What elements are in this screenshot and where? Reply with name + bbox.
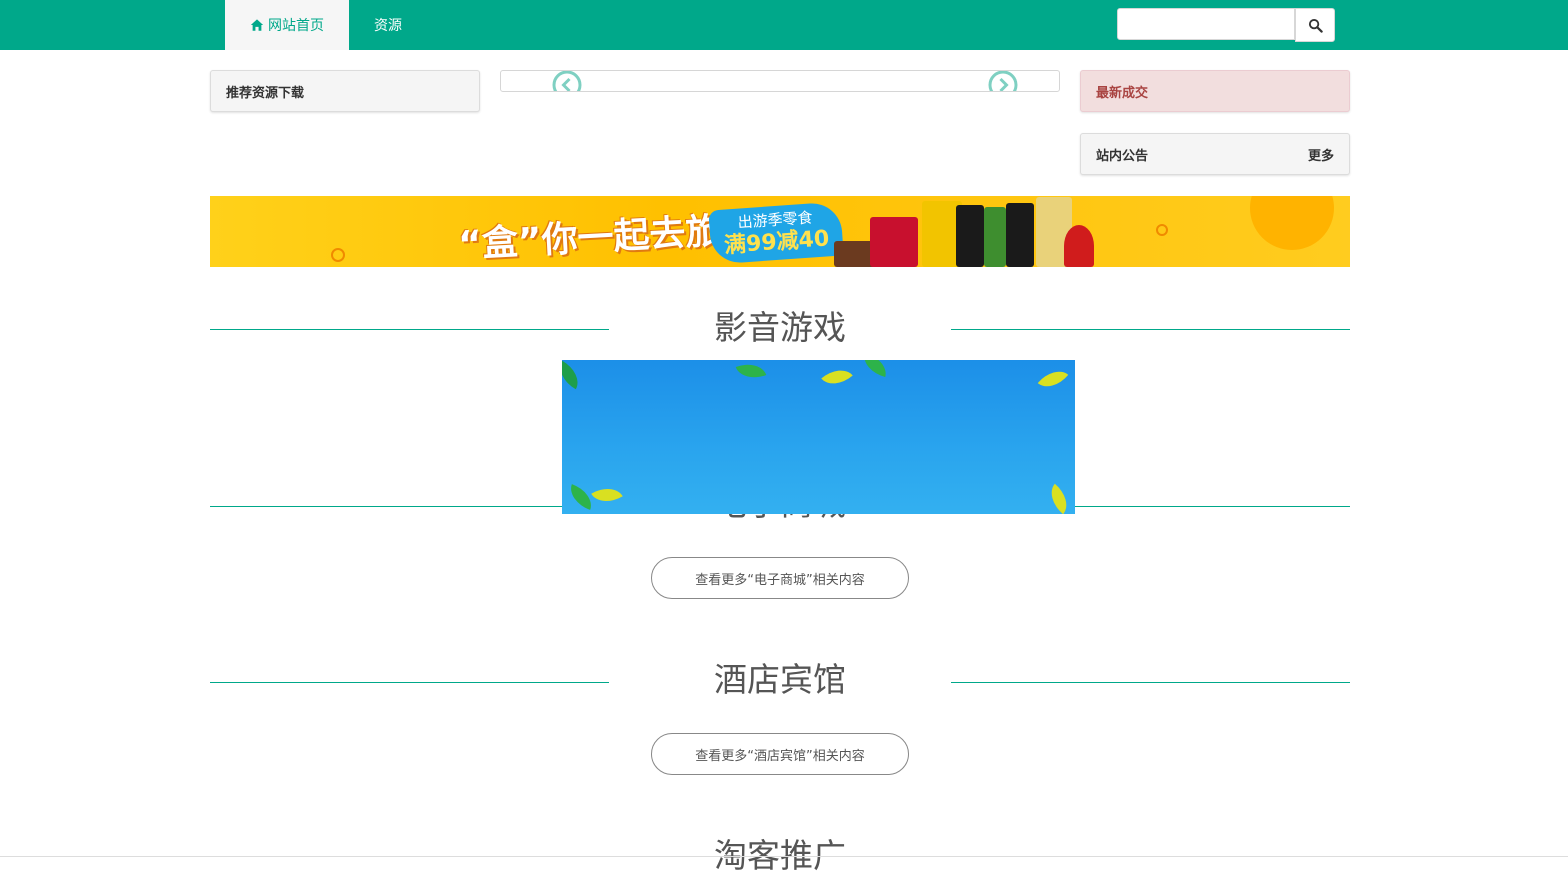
view-more-ecommerce-button[interactable]: 查看更多“电子商城”相关内容 bbox=[651, 557, 909, 599]
section-divider bbox=[210, 506, 609, 507]
latest-deals-panel: 最新成交 bbox=[1080, 70, 1350, 112]
home-icon bbox=[250, 19, 264, 31]
chevron-left-circle-icon bbox=[552, 71, 582, 91]
nav-resources-link[interactable]: 资源 bbox=[349, 0, 427, 50]
section-divider bbox=[951, 682, 1350, 683]
leaf-decoration bbox=[860, 360, 890, 378]
page-bottom-border bbox=[0, 856, 1568, 857]
leaf-decoration bbox=[562, 360, 585, 390]
snack-product-image bbox=[1006, 203, 1034, 267]
banner-decoration bbox=[1156, 224, 1168, 236]
leaf-decoration bbox=[1037, 363, 1069, 395]
leaf-decoration bbox=[591, 480, 623, 510]
leaf-decoration bbox=[565, 484, 597, 510]
site-notice-panel: 站内公告 更多 bbox=[1080, 133, 1350, 175]
section-divider bbox=[951, 329, 1350, 330]
snack-product-image bbox=[984, 207, 1006, 267]
carousel-next-button[interactable] bbox=[987, 71, 1019, 91]
site-notice-title: 站内公告 bbox=[1096, 148, 1149, 164]
section-divider bbox=[210, 682, 609, 683]
image-carousel bbox=[500, 70, 1060, 92]
latest-deals-title: 最新成交 bbox=[1096, 85, 1149, 101]
snack-product-image bbox=[1064, 225, 1094, 267]
snack-product-image bbox=[870, 217, 918, 267]
leaf-decoration bbox=[1043, 483, 1075, 514]
recommended-downloads-panel: 推荐资源下载 bbox=[210, 70, 480, 112]
nav-home-link[interactable]: 网站首页 bbox=[225, 0, 349, 50]
leaf-decoration bbox=[821, 361, 853, 393]
section-title-media-games: 影音游戏 bbox=[714, 308, 846, 347]
carousel-prev-button[interactable] bbox=[551, 71, 583, 91]
nav-home-label: 网站首页 bbox=[268, 18, 324, 34]
banner-decoration bbox=[1250, 196, 1334, 250]
snack-product-image bbox=[956, 205, 984, 267]
view-more-hotels-button[interactable]: 查看更多“酒店宾馆”相关内容 bbox=[651, 733, 909, 775]
promo-banner[interactable]: “盒”你一起去旅行 出游季零食 满99减40 bbox=[210, 196, 1350, 267]
banner-badge: 出游季零食 满99减40 bbox=[708, 201, 844, 265]
notice-more-link[interactable]: 更多 bbox=[1308, 145, 1334, 164]
leaf-decoration bbox=[735, 360, 767, 384]
floating-ad-image[interactable] bbox=[562, 360, 1075, 514]
nav-resources-label: 资源 bbox=[374, 18, 402, 34]
section-divider bbox=[210, 329, 609, 330]
search-icon bbox=[1308, 18, 1323, 33]
search-button[interactable] bbox=[1295, 8, 1335, 42]
chevron-right-circle-icon bbox=[988, 71, 1018, 91]
recommended-downloads-title: 推荐资源下载 bbox=[226, 85, 305, 101]
search-input[interactable] bbox=[1117, 8, 1295, 40]
top-navbar: 网站首页 资源 bbox=[0, 0, 1568, 50]
section-title-hotels: 酒店宾馆 bbox=[714, 660, 846, 699]
banner-decoration bbox=[331, 248, 345, 262]
